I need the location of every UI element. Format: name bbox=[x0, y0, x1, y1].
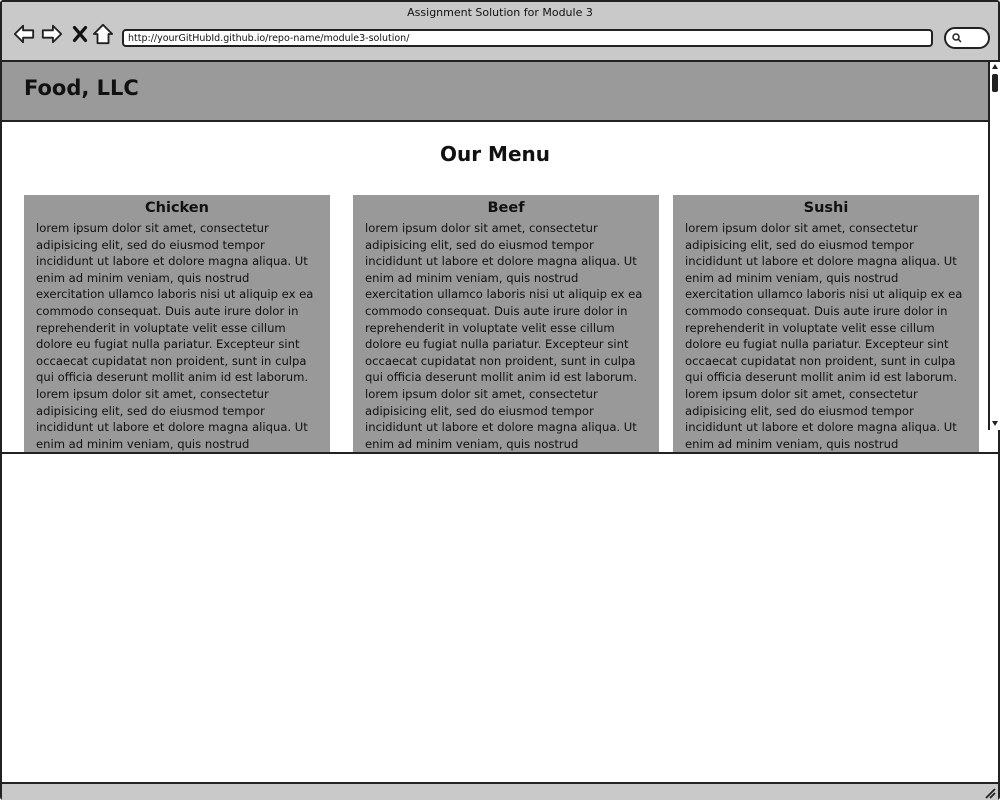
page-viewport: Food, LLC Our Menu Chicken lorem ipsum d… bbox=[2, 62, 988, 452]
forward-arrow-icon bbox=[41, 24, 63, 44]
back-button[interactable] bbox=[12, 22, 36, 46]
site-header: Food, LLC bbox=[2, 62, 988, 122]
status-bar bbox=[2, 782, 998, 800]
menu-card-beef: Beef lorem ipsum dolor sit amet, consect… bbox=[353, 195, 659, 452]
vertical-scrollbar[interactable] bbox=[988, 62, 1000, 430]
brand-name[interactable]: Food, LLC bbox=[24, 76, 139, 100]
page-title: Our Menu bbox=[439, 142, 550, 166]
search-icon bbox=[952, 33, 962, 43]
home-icon bbox=[92, 23, 114, 45]
home-button[interactable] bbox=[91, 22, 115, 46]
scroll-down-icon[interactable] bbox=[991, 419, 999, 427]
scroll-up-icon[interactable] bbox=[991, 63, 999, 71]
close-x-icon bbox=[72, 25, 88, 43]
forward-button[interactable] bbox=[40, 22, 64, 46]
scrollbar-thumb[interactable] bbox=[992, 74, 998, 92]
menu-card-title: Chicken bbox=[145, 200, 209, 216]
back-arrow-icon bbox=[13, 24, 35, 44]
menu-card-title: Beef bbox=[487, 200, 525, 216]
menu-card-chicken: Chicken lorem ipsum dolor sit amet, cons… bbox=[24, 195, 330, 452]
resize-grip-icon[interactable] bbox=[982, 785, 996, 799]
menu-card-sushi: Sushi lorem ipsum dolor sit amet, consec… bbox=[673, 195, 979, 452]
address-bar[interactable] bbox=[122, 29, 933, 47]
menu-card-description: lorem ipsum dolor sit amet, consectetur … bbox=[685, 221, 963, 451]
browser-window: Assignment Solution for Module 3 http://… bbox=[0, 0, 1000, 800]
window-title: Assignment Solution for Module 3 bbox=[407, 6, 593, 19]
menu-card-title: Sushi bbox=[803, 200, 849, 216]
menu-card-description: lorem ipsum dolor sit amet, consectetur … bbox=[365, 221, 643, 451]
menu-card-description: lorem ipsum dolor sit amet, consectetur … bbox=[36, 221, 314, 451]
stop-button[interactable] bbox=[68, 22, 92, 46]
viewport-divider bbox=[2, 452, 998, 454]
browser-toolbar: Assignment Solution for Module 3 bbox=[2, 2, 998, 62]
search-button[interactable] bbox=[944, 27, 990, 49]
